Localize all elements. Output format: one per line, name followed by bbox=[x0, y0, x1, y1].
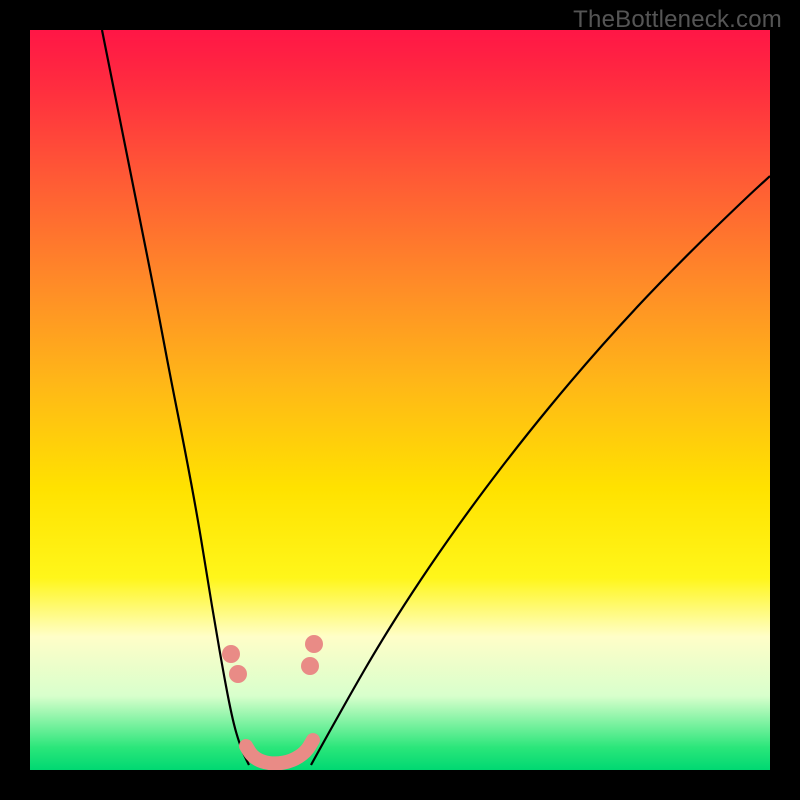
chart-svg bbox=[30, 30, 770, 770]
marker-dots-group bbox=[222, 635, 323, 683]
curve-right-arm bbox=[311, 176, 770, 765]
right-dot-upper bbox=[305, 635, 323, 653]
left-dot-upper bbox=[222, 645, 240, 663]
figure-frame: TheBottleneck.com bbox=[0, 0, 800, 800]
plot-area bbox=[30, 30, 770, 770]
valley-highlight bbox=[246, 740, 313, 763]
watermark-text: TheBottleneck.com bbox=[573, 6, 782, 34]
left-dot-lower bbox=[229, 665, 247, 683]
right-dot-lower bbox=[301, 657, 319, 675]
